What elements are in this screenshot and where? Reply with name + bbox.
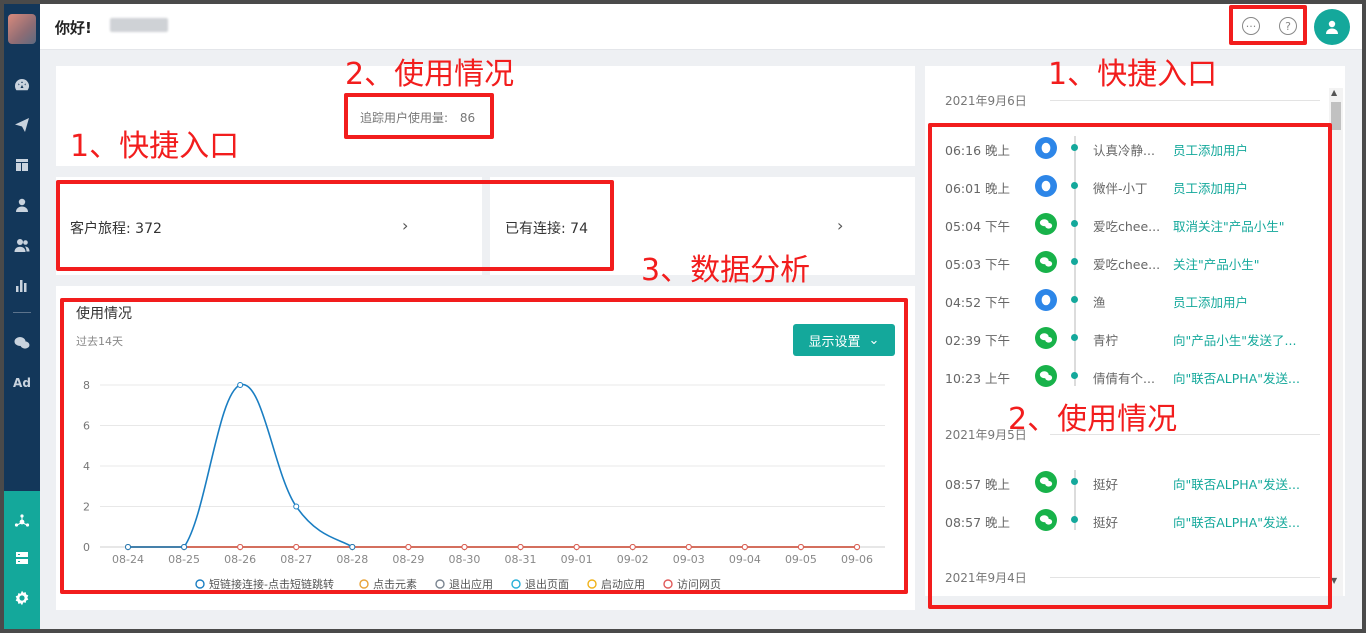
window-frame: [0, 0, 1366, 633]
